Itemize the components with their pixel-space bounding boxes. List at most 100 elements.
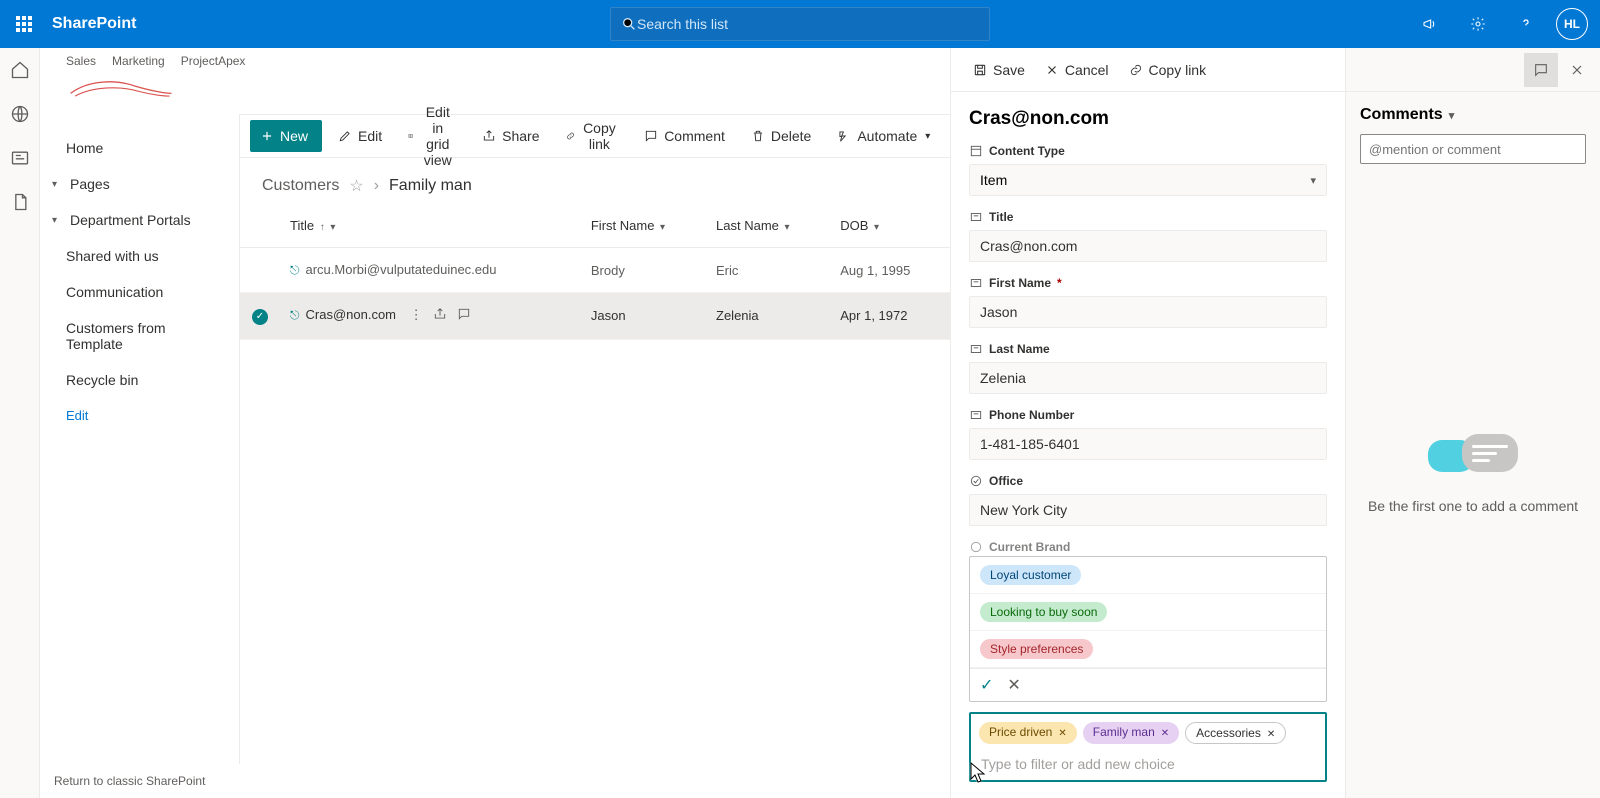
chip-remove-icon[interactable]: ✕ xyxy=(1267,729,1275,740)
search-icon xyxy=(621,16,637,32)
comment-icon xyxy=(644,129,658,143)
col-dob[interactable]: DOB ▾ xyxy=(830,204,950,248)
app-title: SharePoint xyxy=(52,15,136,33)
nav-home[interactable]: Home xyxy=(40,130,239,166)
gear-icon xyxy=(1470,16,1486,32)
title-input[interactable] xyxy=(969,230,1327,262)
panel-save-button[interactable]: Save xyxy=(965,54,1033,86)
tag-option[interactable]: Looking to buy soon xyxy=(970,594,1326,631)
comment-button[interactable]: Comment xyxy=(634,120,735,152)
files-icon[interactable] xyxy=(10,192,30,212)
help-button[interactable] xyxy=(1502,0,1550,48)
globe-icon[interactable] xyxy=(10,104,30,124)
sort-asc-icon: ↑ xyxy=(320,222,325,233)
close-icon xyxy=(1045,63,1059,77)
content-type-select[interactable]: Item▾ xyxy=(969,164,1327,196)
search-box[interactable] xyxy=(610,7,990,41)
field-label-lastname: Last Name xyxy=(969,342,1327,356)
nav-communication[interactable]: Communication xyxy=(40,274,239,310)
comments-empty-state: Be the first one to add a comment xyxy=(1360,164,1586,784)
site-logo[interactable] xyxy=(66,70,176,108)
cell-title: Cras@non.com xyxy=(306,307,397,322)
row-more-icon[interactable]: ⋮ xyxy=(410,307,423,324)
nav-customers-template[interactable]: Customers from Template xyxy=(40,310,239,362)
panel-cancel-button[interactable]: Cancel xyxy=(1037,54,1117,86)
row-comment-icon[interactable] xyxy=(457,307,471,324)
list-command-bar: New Edit Edit in grid view Share Copy li… xyxy=(240,114,950,158)
tags-input-box[interactable]: Price driven✕ Family man✕ Accessories✕ xyxy=(969,712,1327,782)
pencil-icon xyxy=(338,129,352,143)
home-icon[interactable] xyxy=(10,60,30,80)
col-title[interactable]: Title ↑ ▾ xyxy=(280,204,581,248)
cell-first: Brody xyxy=(581,248,706,293)
phone-input[interactable] xyxy=(969,428,1327,460)
user-avatar[interactable]: HL xyxy=(1556,8,1588,40)
close-icon xyxy=(1569,62,1585,78)
settings-button[interactable] xyxy=(1454,0,1502,48)
search-input[interactable] xyxy=(637,16,979,32)
firstname-input[interactable] xyxy=(969,296,1327,328)
automate-button[interactable]: Automate▾ xyxy=(827,120,940,152)
chevron-down-icon: ▾ xyxy=(330,222,335,233)
tag-filter-input[interactable] xyxy=(979,752,1317,776)
hub-tab-sales[interactable]: Sales xyxy=(66,54,96,68)
help-icon xyxy=(1518,16,1534,32)
share-button[interactable]: Share xyxy=(472,120,549,152)
office-input[interactable] xyxy=(969,494,1327,526)
comments-heading: Comments ▾ xyxy=(1360,106,1586,124)
breadcrumb-leaf: Family man xyxy=(389,177,472,195)
app-launcher-button[interactable] xyxy=(0,0,48,48)
app-rail xyxy=(0,48,40,798)
chip[interactable]: Family man✕ xyxy=(1083,722,1179,744)
checkmark-icon[interactable] xyxy=(252,309,268,325)
chevron-down-icon: ▾ xyxy=(785,222,790,233)
cell-title: arcu.Morbi@vulputateduinec.edu xyxy=(306,262,497,277)
field-label-currentbrand: Current Brand xyxy=(969,540,1327,554)
col-lastname[interactable]: Last Name ▾ xyxy=(706,204,830,248)
chip[interactable]: Accessories✕ xyxy=(1185,722,1286,744)
confirm-check-icon[interactable]: ✓ xyxy=(980,675,993,695)
field-label-title: Title xyxy=(969,210,1327,224)
copylink-button[interactable]: Copy link xyxy=(556,120,629,152)
breadcrumb-root[interactable]: Customers xyxy=(262,177,339,195)
confirm-close-icon[interactable]: ✕ xyxy=(1007,675,1020,695)
nav-recycle-bin[interactable]: Recycle bin xyxy=(40,362,239,398)
field-label-contenttype: Content Type xyxy=(969,144,1327,158)
table-row[interactable]: ⎋arcu.Morbi@vulputateduinec.edu Brody Er… xyxy=(240,248,950,293)
nav-pages[interactable]: ▾Pages xyxy=(40,166,239,202)
lastname-input[interactable] xyxy=(969,362,1327,394)
comment-input[interactable] xyxy=(1360,134,1586,164)
nav-edit-link[interactable]: Edit xyxy=(40,398,239,433)
chip-remove-icon[interactable]: ✕ xyxy=(1161,728,1169,739)
field-label-phone: Phone Number xyxy=(969,408,1327,422)
edit-button[interactable]: Edit xyxy=(328,120,392,152)
return-classic-link[interactable]: Return to classic SharePoint xyxy=(40,764,240,798)
flow-icon xyxy=(837,129,851,143)
items-table: Title ↑ ▾ First Name ▾ Last Name ▾ DOB ▾… xyxy=(240,204,950,340)
chip-remove-icon[interactable]: ✕ xyxy=(1058,728,1066,739)
hub-tab-projectapex[interactable]: ProjectApex xyxy=(181,54,246,68)
chip[interactable]: Price driven✕ xyxy=(979,722,1077,744)
panel-heading: Cras@non.com xyxy=(969,108,1327,130)
news-icon[interactable] xyxy=(10,148,30,168)
chevron-down-icon: ▾ xyxy=(52,179,64,190)
chevron-down-icon[interactable]: ▾ xyxy=(1449,109,1455,122)
hub-tab-marketing[interactable]: Marketing xyxy=(112,54,165,68)
row-share-icon[interactable] xyxy=(433,307,447,324)
favorite-star-icon[interactable]: ☆ xyxy=(349,176,363,196)
nav-department-portals[interactable]: ▾Department Portals xyxy=(40,202,239,238)
megaphone-button[interactable] xyxy=(1406,0,1454,48)
plus-icon xyxy=(260,129,274,143)
new-button[interactable]: New xyxy=(250,120,322,152)
delete-button[interactable]: Delete xyxy=(741,120,821,152)
tag-option[interactable]: Style preferences xyxy=(970,631,1326,668)
table-row[interactable]: ⎋Cras@non.com ⋮ Jason xyxy=(240,293,950,340)
chevron-right-icon: › xyxy=(374,177,379,195)
grid-edit-button[interactable]: Edit in grid view xyxy=(398,120,466,152)
col-firstname[interactable]: First Name ▾ xyxy=(581,204,706,248)
panel-copylink-button[interactable]: Copy link xyxy=(1121,54,1215,86)
tag-option[interactable]: Loyal customer xyxy=(970,557,1326,594)
close-panel-button[interactable] xyxy=(1560,53,1594,87)
nav-shared[interactable]: Shared with us xyxy=(40,238,239,274)
toggle-comments-button[interactable] xyxy=(1524,53,1558,87)
